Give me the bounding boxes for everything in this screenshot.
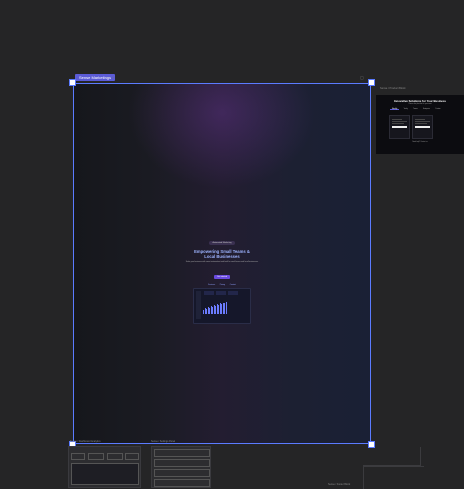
bottom-right-frame-label[interactable]: Sense / Footer Block — [328, 483, 350, 486]
resize-handle-top-right[interactable] — [368, 79, 375, 86]
hero-subtitle: Scale your business with smart automatio… — [185, 261, 259, 264]
hero-link[interactable]: Features — [208, 284, 215, 286]
card-line — [415, 119, 425, 120]
tab[interactable]: Yearly — [404, 109, 408, 110]
tab[interactable]: Enterprise — [423, 109, 430, 110]
right-frame-label[interactable]: Sense / Product Block — [380, 87, 406, 90]
frame-outline — [363, 447, 421, 466]
dashboard-card — [228, 290, 238, 295]
pricing-card — [389, 115, 410, 139]
card-line — [392, 119, 402, 120]
frame-tools[interactable]: ⋯ ✧ — [106, 74, 114, 81]
dashboard-bar-chart — [203, 301, 227, 314]
frame-options-icon[interactable]: ▢ — [360, 74, 364, 81]
hero-link[interactable]: Contact — [230, 284, 236, 286]
hero-title-line-2: Local Businesses — [204, 253, 240, 259]
dashboard-preview — [193, 287, 251, 324]
hero-title: Empowering Small Teams & Local Businesse… — [74, 249, 370, 259]
panel-block — [107, 453, 123, 460]
settings-row — [154, 469, 210, 477]
settings-row — [154, 449, 210, 457]
settings-row — [154, 479, 210, 487]
right-frame-subtitle: Choose the plan that fits your team — [408, 104, 432, 105]
panel-block — [125, 453, 139, 460]
settings-row — [154, 459, 210, 467]
panel-block — [71, 463, 139, 485]
bottom-frame-label[interactable]: Sense / Dashboard Analytics — [70, 440, 101, 443]
right-frame-title: Innovative Solutions for Your Business — [394, 99, 446, 103]
bottom-frame-settings[interactable] — [151, 446, 211, 488]
card-button[interactable] — [415, 126, 430, 128]
tab[interactable]: Teams — [413, 109, 417, 110]
card-button[interactable] — [392, 126, 407, 128]
selected-frame[interactable]: Automated Marketing Empowering Small Tea… — [73, 83, 371, 444]
card-line — [415, 123, 427, 124]
dashboard-card — [216, 290, 226, 295]
panel-block — [88, 453, 104, 460]
right-frame-tabs: Monthly Yearly Teams Enterprise Custom — [390, 109, 445, 110]
right-preview-frame[interactable]: Innovative Solutions for Your Business C… — [376, 95, 464, 154]
card-line — [392, 121, 407, 122]
hero-badge: Automated Marketing — [209, 241, 235, 245]
hero-links: Features Pricing Contact — [74, 284, 370, 286]
tab-active[interactable]: Monthly — [390, 109, 400, 110]
dashboard-bar — [225, 301, 227, 314]
pricing-card — [412, 115, 433, 139]
panel-block — [71, 453, 85, 460]
resize-handle-top-left[interactable] — [69, 79, 76, 86]
right-frame-footer: Need help? Contact us — [412, 142, 428, 143]
hero-section: Automated Marketing Empowering Small Tea… — [74, 230, 370, 324]
card-line — [392, 123, 404, 124]
dashboard-sidebar — [196, 290, 201, 319]
frame-outline — [363, 466, 424, 489]
tab[interactable]: Custom — [435, 109, 440, 110]
bottom-frame-label[interactable]: Sense / Settings Panel — [151, 440, 175, 443]
bottom-frame-dashboard[interactable] — [68, 446, 141, 488]
hero-link[interactable]: Pricing — [220, 284, 226, 286]
hero-cta-button[interactable]: Get started — [214, 274, 230, 279]
card-line — [415, 121, 430, 122]
dashboard-card — [204, 290, 214, 295]
